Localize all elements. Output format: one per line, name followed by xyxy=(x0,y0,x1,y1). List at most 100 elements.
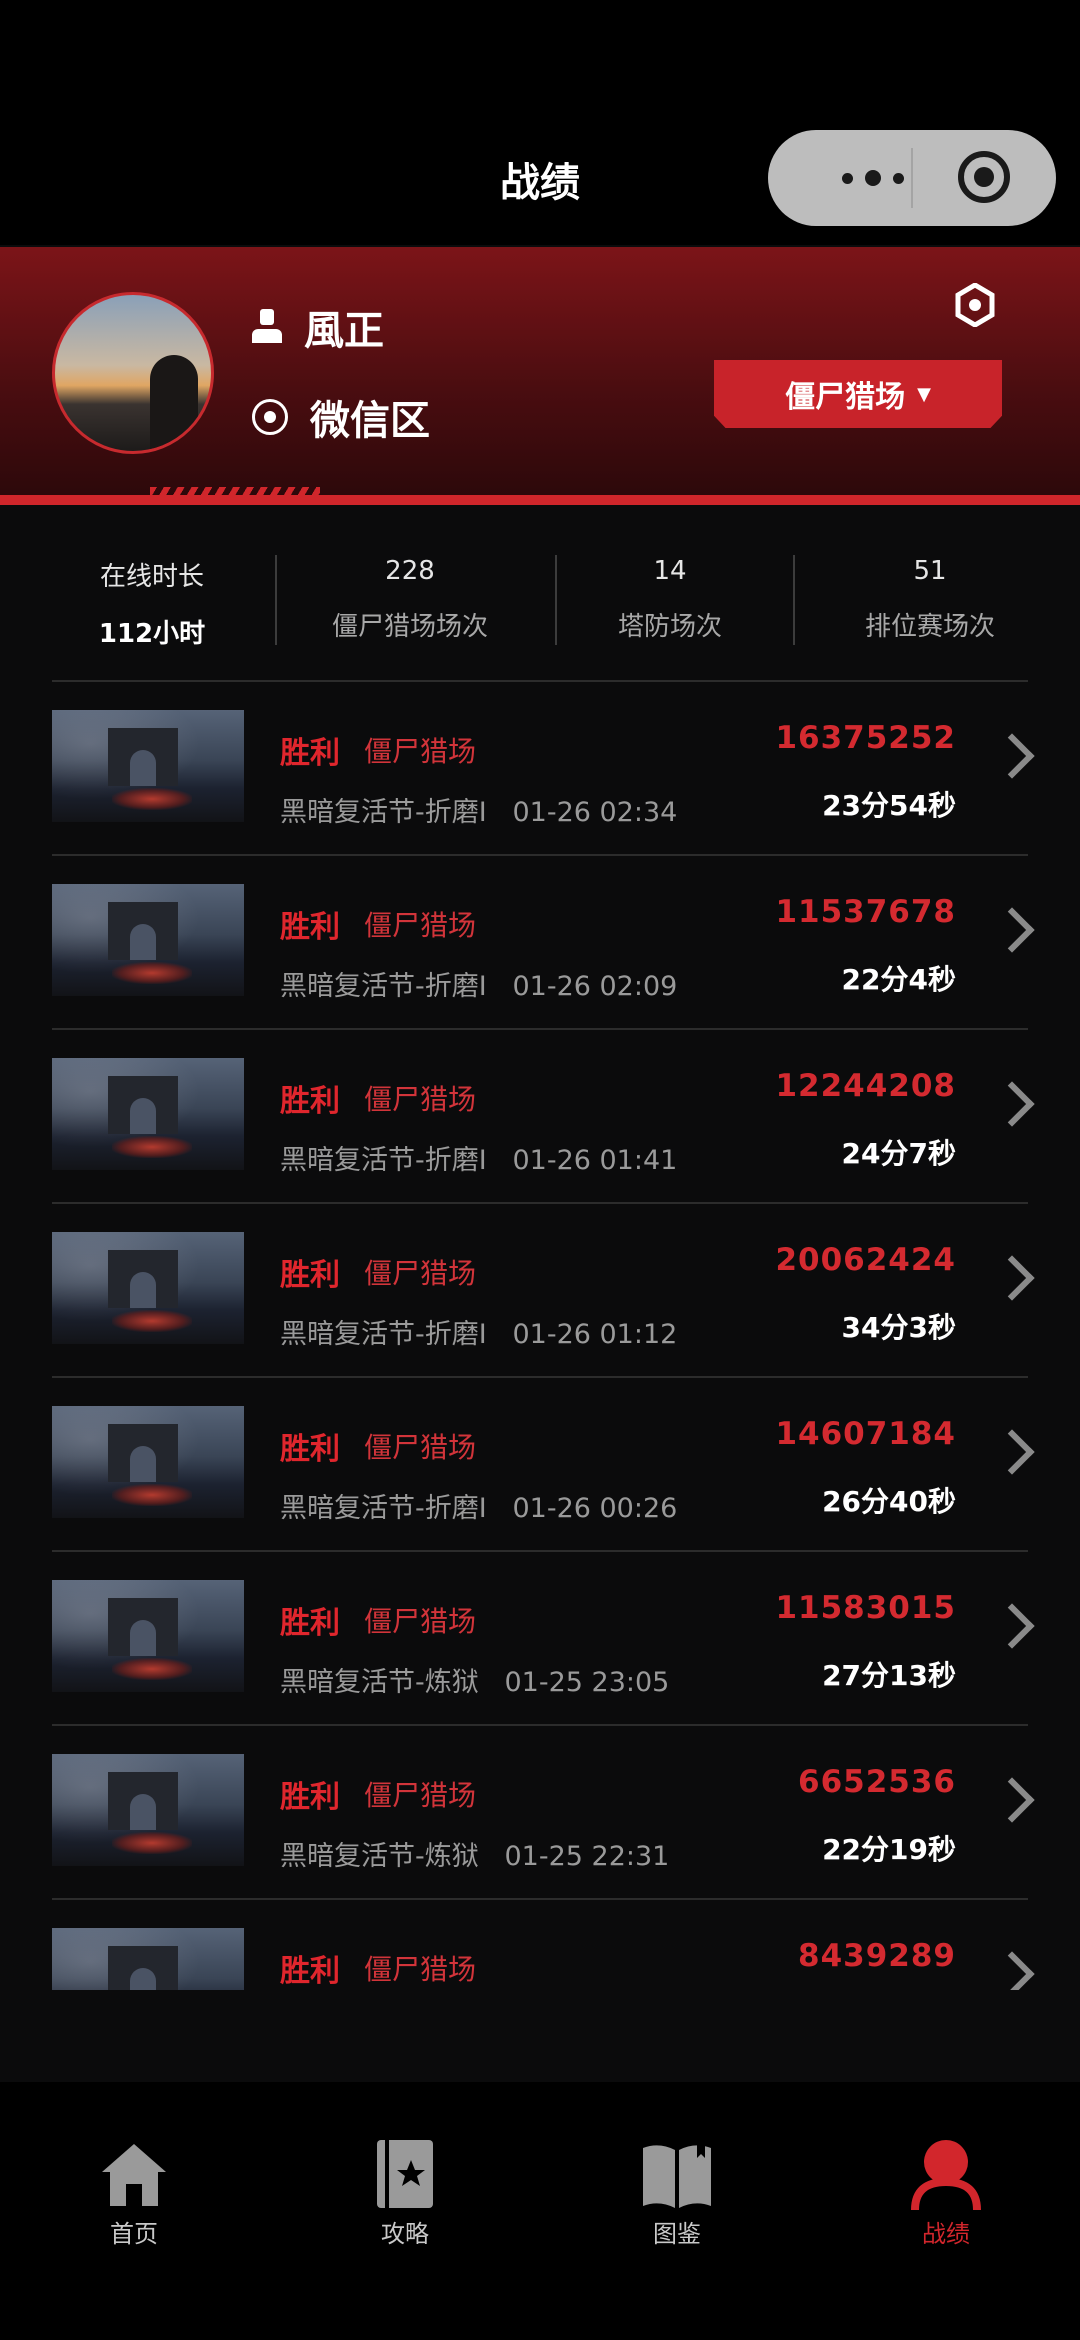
mini-program-capsule xyxy=(768,130,1056,226)
tab-label: 图鉴 xyxy=(653,2220,701,2248)
capsule-divider xyxy=(911,148,913,208)
tab-records[interactable]: 战绩 xyxy=(866,2134,1026,2254)
match-row[interactable]: 胜利 僵尸猎场 黑暗复活节-折磨I 01-26 01:12 20062424 3… xyxy=(0,1202,1080,1376)
match-time: 01-26 01:41 xyxy=(512,1145,678,1176)
match-duration: 22分19秒 xyxy=(822,1833,956,1866)
match-mode: 僵尸猎场 xyxy=(364,1083,477,1116)
stat-ranked-matches: 51 排位赛场次 xyxy=(820,540,1040,660)
match-mode: 僵尸猎场 xyxy=(364,1431,477,1464)
match-score: 11537678 xyxy=(775,894,956,930)
match-score: 11583015 xyxy=(775,1590,956,1626)
chevron-right-icon[interactable] xyxy=(989,1777,1035,1823)
stats-summary: 在线时长 112小时 228 僵尸猎场场次 14 塔防场次 51 排位赛场次 xyxy=(0,540,1080,660)
map-thumbnail xyxy=(52,1928,244,1990)
stat-divider xyxy=(555,555,557,645)
caret-down-icon: ▼ xyxy=(917,383,931,405)
banner-stripe xyxy=(0,495,1080,505)
tab-home[interactable]: 首页 xyxy=(54,2134,214,2254)
chevron-right-icon[interactable] xyxy=(989,733,1035,779)
match-duration: 26分40秒 xyxy=(822,1485,956,1518)
stat-tower-defense-matches: 14 塔防场次 xyxy=(570,540,770,660)
stat-value: 14 xyxy=(653,556,687,586)
match-result: 胜利 xyxy=(280,736,340,771)
more-options-icon[interactable] xyxy=(808,130,938,226)
stat-divider xyxy=(275,555,277,645)
chevron-right-icon[interactable] xyxy=(989,1081,1035,1127)
match-duration: 23分54秒 xyxy=(822,789,956,822)
match-result: 胜利 xyxy=(280,1606,340,1641)
map-thumbnail xyxy=(52,1232,244,1344)
close-target-icon[interactable] xyxy=(958,151,1010,203)
guide-book-icon xyxy=(377,2140,433,2208)
match-row[interactable]: 胜利 僵尸猎场 8439289 xyxy=(0,1898,1080,1990)
tab-label: 攻略 xyxy=(381,2220,429,2248)
match-time: 01-25 23:05 xyxy=(504,1667,670,1698)
match-map-time: 黑暗复活节-炼狱 01-25 23:05 xyxy=(280,1660,669,1699)
match-row[interactable]: 胜利 僵尸猎场 黑暗复活节-折磨I 01-26 00:26 14607184 2… xyxy=(0,1376,1080,1550)
chevron-right-icon[interactable] xyxy=(989,1603,1035,1649)
match-row[interactable]: 胜利 僵尸猎场 黑暗复活节-折磨I 01-26 01:41 12244208 2… xyxy=(0,1028,1080,1202)
match-map-time: 黑暗复活节-折磨I 01-26 00:26 xyxy=(280,1486,677,1525)
mode-selector-label: 僵尸猎场 xyxy=(785,380,906,415)
match-time: 01-26 02:09 xyxy=(512,971,678,1002)
stat-value: 51 xyxy=(913,556,947,586)
row-divider xyxy=(52,1724,1028,1726)
map-thumbnail xyxy=(52,1580,244,1692)
match-row[interactable]: 胜利 僵尸猎场 黑暗复活节-折磨I 01-26 02:09 11537678 2… xyxy=(0,854,1080,1028)
match-row[interactable]: 胜利 僵尸猎场 黑暗复活节-炼狱 01-25 22:31 6652536 22分… xyxy=(0,1724,1080,1898)
chevron-right-icon[interactable] xyxy=(989,1255,1035,1301)
match-row[interactable]: 胜利 僵尸猎场 黑暗复活节-折磨I 01-26 02:34 16375252 2… xyxy=(0,680,1080,854)
map-thumbnail xyxy=(52,884,244,996)
match-result: 胜利 xyxy=(280,1954,340,1989)
stat-value: 228 xyxy=(385,556,435,586)
match-map: 黑暗复活节-折磨I xyxy=(280,971,487,1002)
chevron-right-icon[interactable] xyxy=(989,1951,1035,1990)
row-divider xyxy=(52,1028,1028,1030)
match-map: 黑暗复活节-折磨I xyxy=(280,1319,487,1350)
stat-label: 僵尸猎场场次 xyxy=(331,612,488,642)
mode-selector-button[interactable]: 僵尸猎场 ▼ xyxy=(714,360,1002,428)
match-result: 胜利 xyxy=(280,1258,340,1293)
stat-online-time: 在线时长 112小时 xyxy=(52,540,252,660)
map-thumbnail xyxy=(52,1058,244,1170)
match-map: 黑暗复活节-折磨I xyxy=(280,1493,487,1524)
codex-book-icon xyxy=(643,2140,711,2208)
tab-guide[interactable]: 攻略 xyxy=(325,2134,485,2254)
match-duration: 22分4秒 xyxy=(841,963,956,996)
match-mode: 僵尸猎场 xyxy=(364,1605,477,1638)
match-map-time: 黑暗复活节-折磨I 01-26 02:09 xyxy=(280,964,677,1003)
match-map: 黑暗复活节-折磨I xyxy=(280,1145,487,1176)
match-map-time: 黑暗复活节-折磨I 01-26 01:41 xyxy=(280,1138,677,1177)
stat-zombie-matches: 228 僵尸猎场场次 xyxy=(300,540,520,660)
row-divider xyxy=(52,854,1028,856)
match-time: 01-25 22:31 xyxy=(504,1841,670,1872)
match-result: 胜利 xyxy=(280,1432,340,1467)
match-map: 黑暗复活节-炼狱 xyxy=(280,1667,479,1698)
match-list[interactable]: 胜利 僵尸猎场 黑暗复活节-折磨I 01-26 02:34 16375252 2… xyxy=(0,680,1080,1990)
player-name: 風正 xyxy=(304,308,384,354)
chevron-right-icon[interactable] xyxy=(989,1429,1035,1475)
chevron-right-icon[interactable] xyxy=(989,907,1035,953)
match-map-time: 黑暗复活节-折磨I 01-26 02:34 xyxy=(280,790,677,829)
match-result: 胜利 xyxy=(280,1084,340,1119)
match-mode: 僵尸猎场 xyxy=(364,909,477,942)
stat-value: 112小时 xyxy=(98,619,206,649)
home-icon xyxy=(102,2144,166,2206)
profile-icon xyxy=(911,2140,981,2210)
match-time: 01-26 00:26 xyxy=(512,1493,678,1524)
avatar[interactable] xyxy=(52,292,214,454)
match-score: 20062424 xyxy=(775,1242,956,1278)
tab-codex[interactable]: 图鉴 xyxy=(597,2134,757,2254)
match-score: 8439289 xyxy=(798,1938,956,1974)
match-score: 12244208 xyxy=(775,1068,956,1104)
row-divider xyxy=(52,1202,1028,1204)
match-map: 黑暗复活节-折磨I xyxy=(280,797,487,828)
hexagon-settings-icon[interactable] xyxy=(955,283,995,327)
match-score: 6652536 xyxy=(798,1764,956,1800)
row-divider xyxy=(52,1898,1028,1900)
map-thumbnail xyxy=(52,1754,244,1866)
match-mode: 僵尸猎场 xyxy=(364,1257,477,1290)
match-row[interactable]: 胜利 僵尸猎场 黑暗复活节-炼狱 01-25 23:05 11583015 27… xyxy=(0,1550,1080,1724)
match-duration: 27分13秒 xyxy=(822,1659,956,1692)
match-mode: 僵尸猎场 xyxy=(364,1779,477,1812)
